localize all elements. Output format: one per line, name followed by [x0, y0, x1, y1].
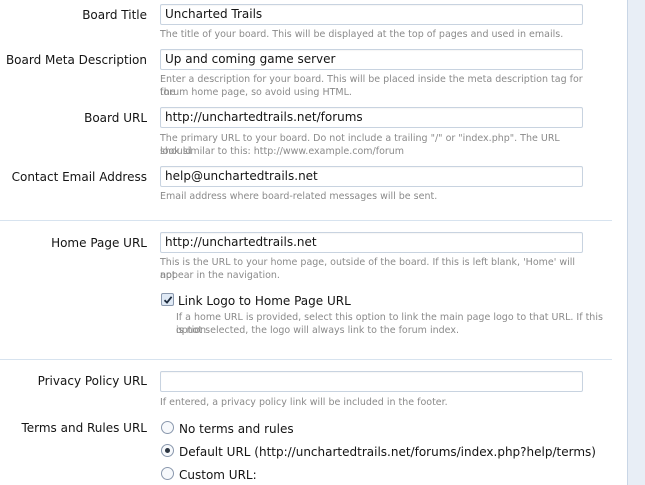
contact-email-label: Contact Email Address: [11, 170, 147, 184]
terms-option-default-label[interactable]: Default URL (http://unchartedtrails.net/…: [179, 444, 596, 460]
board-url-hint-line2: look similar to this: http://www.example…: [160, 146, 405, 157]
privacy-policy-url-hint: If entered, a privacy policy link will b…: [160, 397, 448, 408]
terms-option-custom-radio[interactable]: [161, 467, 174, 480]
contact-email-input[interactable]: help@unchartedtrails.net: [160, 166, 583, 187]
checkmark-icon: [163, 296, 173, 304]
home-page-url-input[interactable]: http://unchartedtrails.net: [160, 232, 583, 253]
home-page-url-label: Home Page URL: [51, 236, 147, 250]
board-title-label: Board Title: [82, 8, 147, 22]
terms-option-none-radio[interactable]: [161, 421, 174, 434]
link-logo-checkbox[interactable]: [161, 293, 174, 306]
terms-option-custom-label[interactable]: Custom URL:: [179, 467, 257, 483]
terms-option-default-radio[interactable]: [161, 444, 174, 457]
terms-rules-url-label: Terms and Rules URL: [21, 421, 147, 435]
section-divider: [0, 220, 612, 221]
board-url-input[interactable]: http://unchartedtrails.net/forums: [160, 107, 583, 128]
link-logo-label[interactable]: Link Logo to Home Page URL: [178, 293, 351, 309]
privacy-policy-url-input[interactable]: [160, 371, 583, 392]
link-logo-hint-line2: is not selected, the logo will always li…: [176, 325, 459, 336]
contact-email-hint: Email address where board-related messag…: [160, 191, 438, 202]
terms-option-none-label[interactable]: No terms and rules: [179, 421, 294, 437]
board-url-label: Board URL: [84, 111, 147, 125]
board-title-hint: The title of your board. This will be di…: [160, 29, 564, 40]
section-divider: [0, 359, 612, 360]
page-side-panel: [627, 0, 645, 485]
board-title-input[interactable]: Uncharted Trails: [160, 4, 583, 25]
board-meta-description-label: Board Meta Description: [5, 53, 147, 67]
board-meta-description-hint-line2: forum home page, so avoid using HTML.: [160, 87, 352, 98]
privacy-policy-url-label: Privacy Policy URL: [37, 374, 147, 388]
home-page-url-hint-line2: appear in the navigation.: [160, 270, 280, 281]
board-meta-description-input[interactable]: Up and coming game server: [160, 49, 583, 70]
